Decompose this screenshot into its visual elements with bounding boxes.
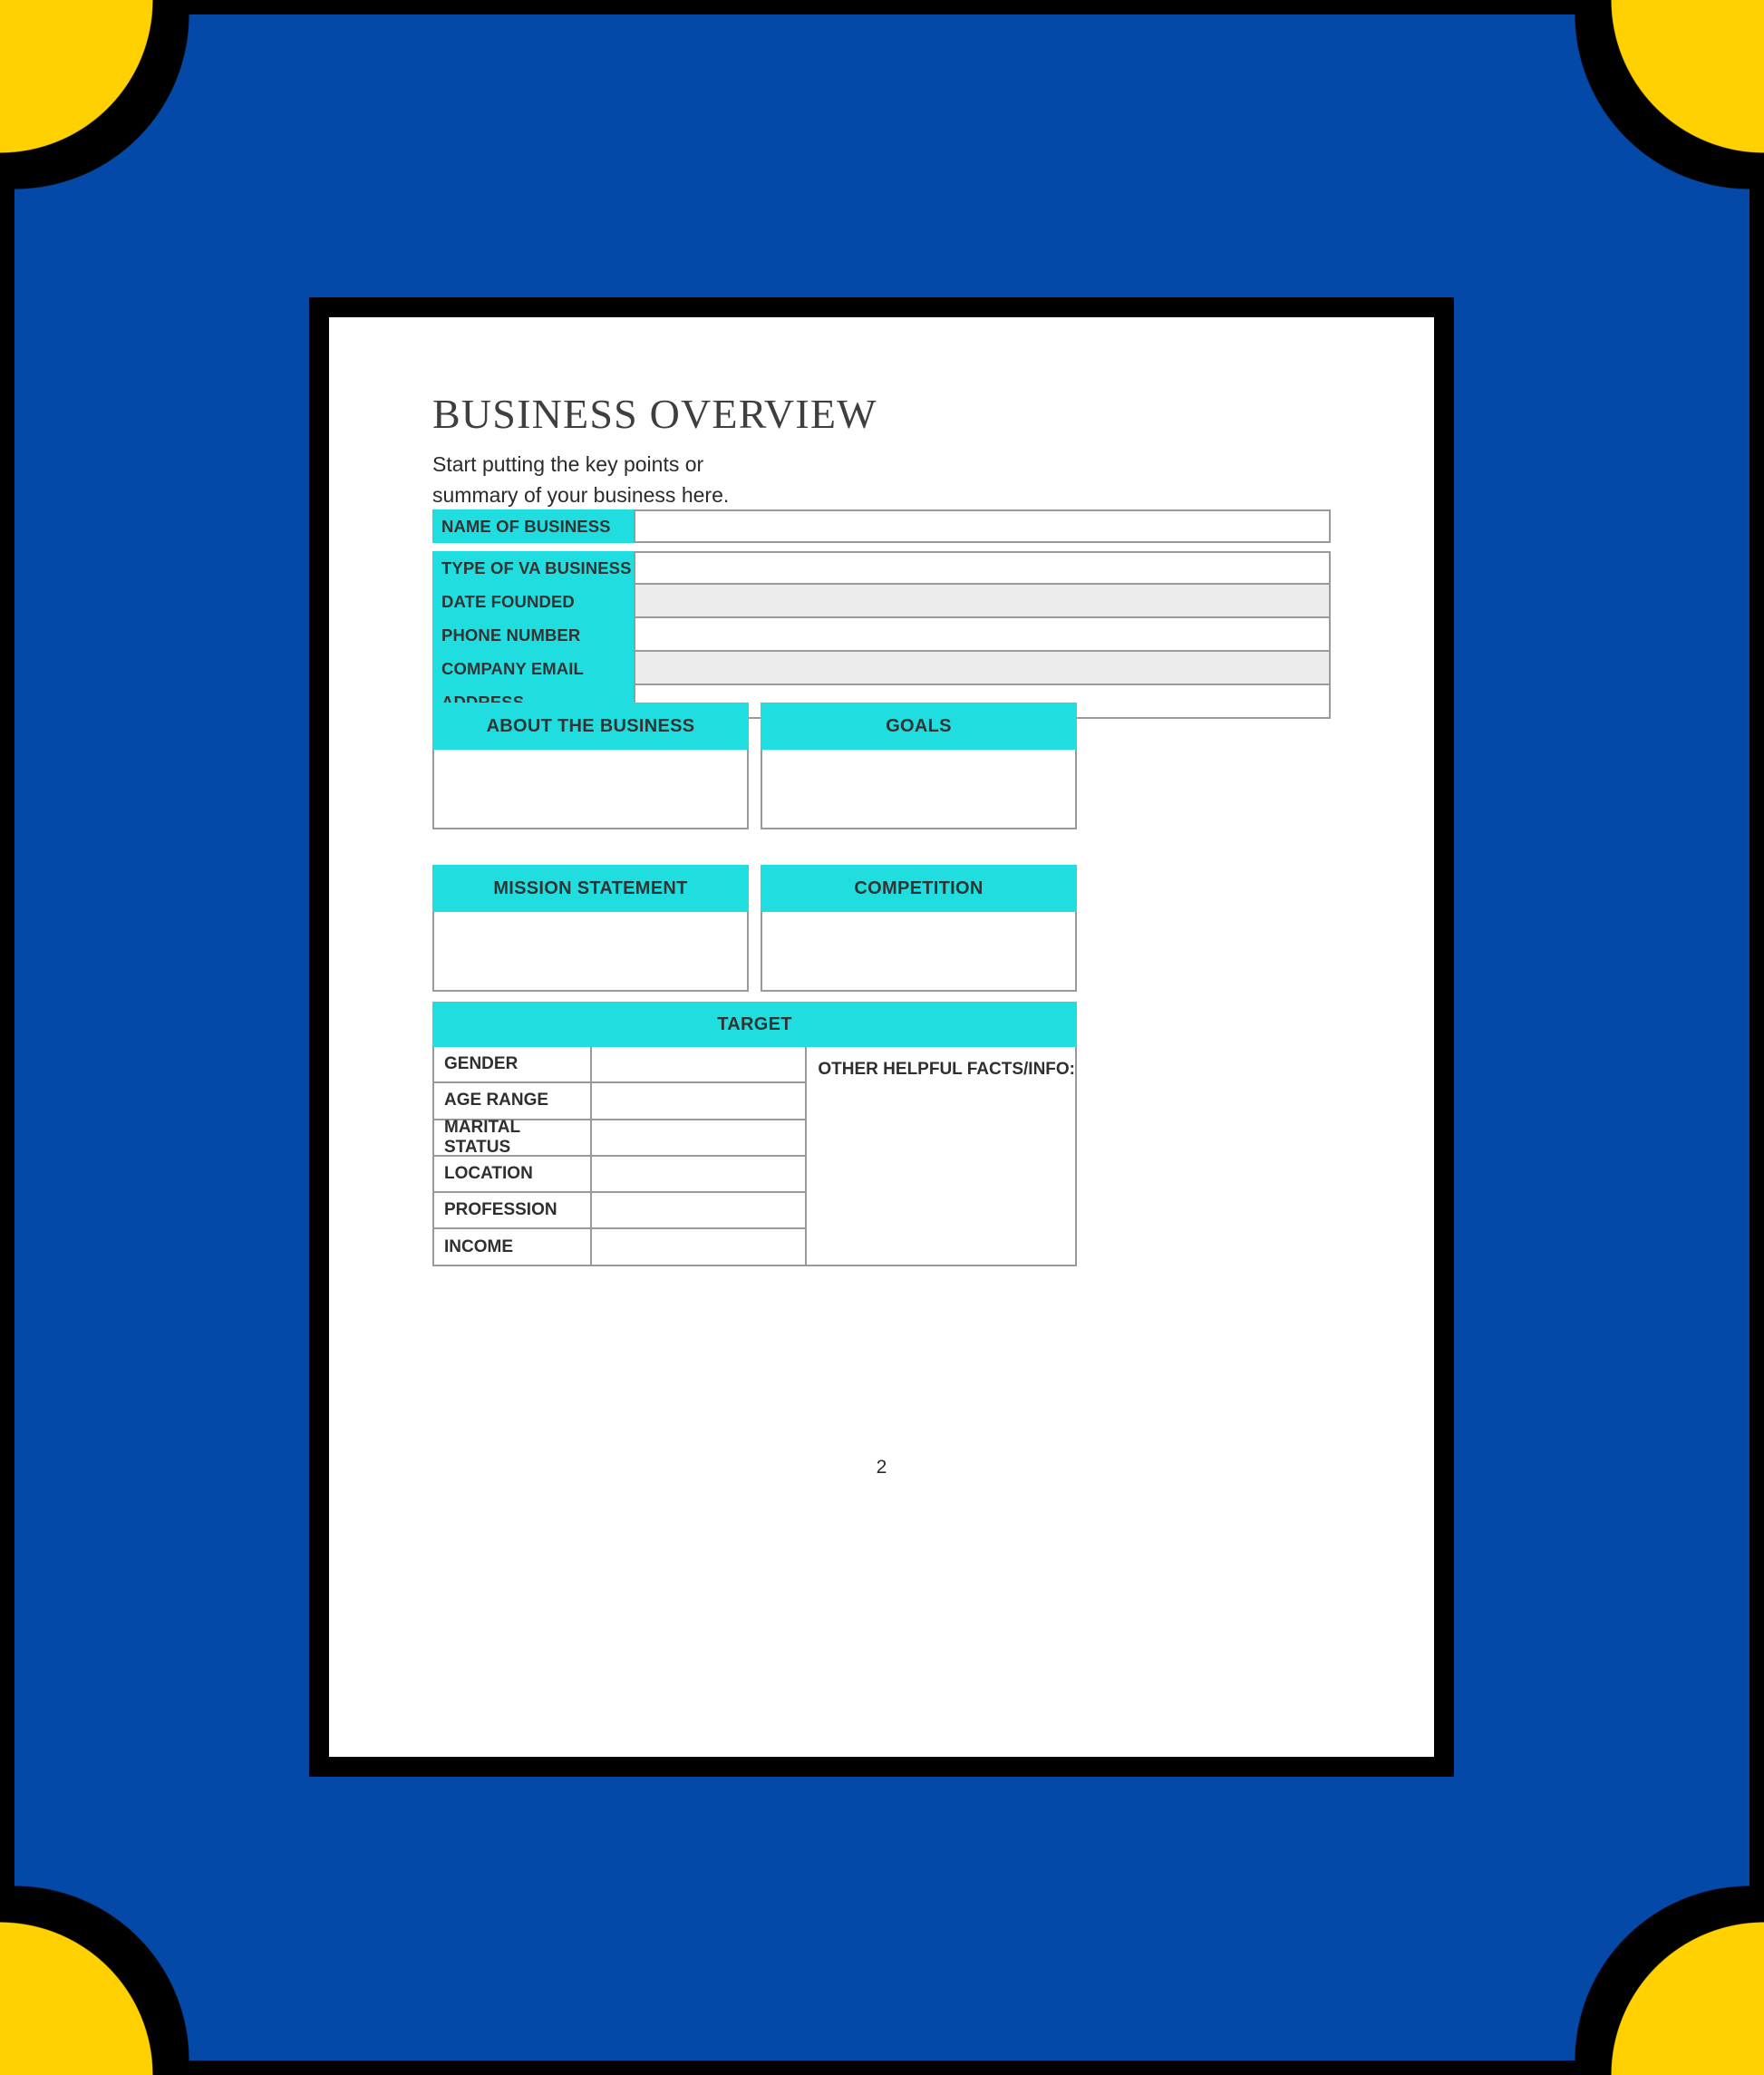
- page-subtitle: Start putting the key points or summary …: [432, 452, 730, 507]
- section-mission-statement: MISSION STATEMENT: [432, 865, 749, 992]
- target-attribute-column: GENDER AGE RANGE MARITAL STATUS LOCATION…: [434, 1047, 806, 1265]
- section-body-goals[interactable]: [761, 750, 1077, 829]
- business-name-group: NAME OF BUSINESS: [432, 509, 1331, 543]
- section-body-about-the-business[interactable]: [432, 750, 749, 829]
- section-heading-goals: GOALS: [761, 703, 1077, 750]
- field-row-phone-number: PHONE NUMBER: [432, 618, 1331, 652]
- field-row-company-email: COMPANY EMAIL: [432, 652, 1331, 685]
- field-input-type-of-va-business[interactable]: [634, 551, 1331, 585]
- page-black-mat: BUSINESS OVERVIEW Start putting the key …: [309, 297, 1454, 1777]
- target-label-location: LOCATION: [444, 1164, 533, 1184]
- table-row: GENDER: [434, 1047, 805, 1082]
- table-row: MARITAL STATUS: [434, 1117, 806, 1157]
- field-label-company-email: COMPANY EMAIL: [432, 652, 634, 685]
- page-number: 2: [876, 1457, 887, 1478]
- target-input-profession[interactable]: [590, 1193, 805, 1228]
- document-page: BUSINESS OVERVIEW Start putting the key …: [329, 317, 1434, 1757]
- other-facts-label: OTHER HELPFUL FACTS/INFO:: [818, 1060, 1075, 1079]
- field-row-type-of-va-business: TYPE OF VA BUSINESS: [432, 551, 1331, 585]
- target-input-age-range[interactable]: [590, 1083, 805, 1119]
- target-label-income: INCOME: [444, 1236, 513, 1256]
- target-label-age-range: AGE RANGE: [444, 1091, 549, 1110]
- target-input-location[interactable]: [590, 1156, 805, 1192]
- decorative-frame-stage: BUSINESS OVERVIEW Start putting the key …: [0, 0, 1764, 2075]
- section-body-competition[interactable]: [761, 912, 1077, 992]
- target-label-profession: PROFESSION: [444, 1200, 557, 1220]
- field-input-date-founded[interactable]: [634, 585, 1331, 618]
- field-label-type-of-va-business: TYPE OF VA BUSINESS: [432, 551, 634, 585]
- other-facts-cell[interactable]: OTHER HELPFUL FACTS/INFO:: [805, 1047, 1075, 1265]
- target-label-marital-status: MARITAL STATUS: [444, 1117, 520, 1157]
- field-label-name-of-business: NAME OF BUSINESS: [432, 509, 634, 543]
- page-title: BUSINESS OVERVIEW: [432, 391, 877, 437]
- target-table: TARGET GENDER AGE RANGE MARITAL STATUS L…: [432, 1002, 1077, 1266]
- field-label-phone-number: PHONE NUMBER: [432, 618, 634, 652]
- table-row: PROFESSION: [434, 1191, 806, 1228]
- field-row-date-founded: DATE FOUNDED: [432, 585, 1331, 618]
- section-goals: GOALS: [761, 703, 1077, 829]
- target-input-income[interactable]: [590, 1229, 805, 1265]
- field-row-name-of-business: NAME OF BUSINESS: [432, 509, 1331, 543]
- field-input-phone-number[interactable]: [634, 618, 1331, 652]
- target-input-gender[interactable]: [590, 1047, 805, 1082]
- table-row: LOCATION: [434, 1154, 806, 1192]
- table-row: AGE RANGE: [434, 1081, 806, 1119]
- target-input-marital-status[interactable]: [590, 1120, 805, 1155]
- field-label-date-founded: DATE FOUNDED: [432, 585, 634, 618]
- target-label-gender: GENDER: [444, 1054, 519, 1074]
- target-heading: TARGET: [432, 1002, 1077, 1047]
- section-heading-about-the-business: ABOUT THE BUSINESS: [432, 703, 749, 750]
- field-input-company-email[interactable]: [634, 652, 1331, 685]
- section-competition: COMPETITION: [761, 865, 1077, 992]
- section-about-the-business: ABOUT THE BUSINESS: [432, 703, 749, 829]
- table-row: INCOME: [434, 1227, 806, 1265]
- field-input-name-of-business[interactable]: [634, 509, 1331, 543]
- section-heading-competition: COMPETITION: [761, 865, 1077, 912]
- section-body-mission-statement[interactable]: [432, 912, 749, 992]
- section-heading-mission-statement: MISSION STATEMENT: [432, 865, 749, 912]
- business-details-group: TYPE OF VA BUSINESS DATE FOUNDED PHONE N…: [432, 551, 1331, 719]
